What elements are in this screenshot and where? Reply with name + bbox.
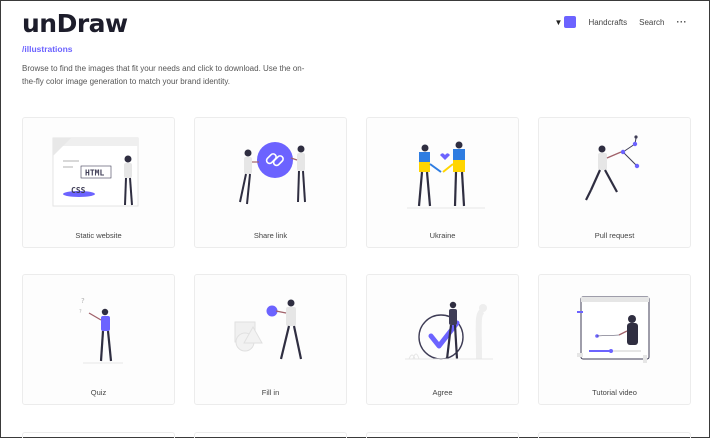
top-nav: ▼ Handcrafts Search ··· (555, 16, 687, 28)
illustration-card-peek[interactable] (194, 432, 347, 438)
html-tag-text: HTML (85, 169, 104, 178)
nav-search-link[interactable]: Search (639, 18, 664, 27)
color-picker-swatch[interactable] (564, 16, 577, 28)
quiz-illustration: ? ? (79, 297, 123, 364)
ukraine-illustration (407, 141, 485, 209)
illustration-card-agree[interactable]: Agree (366, 274, 519, 405)
card-title: Static website (75, 231, 122, 240)
static-website-illustration: HTML CSS (52, 137, 139, 207)
illustration-grid: HTML CSS Static website Share link Ukrai… (22, 117, 691, 405)
pull-request-illustration (585, 135, 640, 201)
illustration-card-tutorial-video[interactable]: Tutorial video (538, 274, 691, 405)
illustration-card-static-website[interactable]: HTML CSS Static website (22, 117, 175, 248)
page-description: Browse to find the images that fit your … (22, 64, 305, 86)
illustration-card-ukraine[interactable]: Ukraine (366, 117, 519, 248)
card-title: Quiz (90, 388, 107, 397)
breadcrumb: /illustrations (22, 44, 73, 54)
illustration-card-peek[interactable] (538, 432, 691, 438)
agree-illustration (405, 301, 493, 360)
card-title: Tutorial video (592, 388, 637, 397)
share-link-illustration (239, 142, 306, 205)
tutorial-video-illustration (577, 296, 650, 363)
card-title: Pull request (594, 231, 635, 240)
css-tag-text: CSS (71, 186, 86, 195)
fill-in-illustration (234, 299, 303, 360)
caret-down-icon[interactable]: ▼ (555, 18, 563, 27)
svg-text:?: ? (81, 297, 85, 305)
illustration-card-share-link[interactable]: Share link (194, 117, 347, 248)
illustration-card-peek[interactable] (22, 432, 175, 438)
illustration-card-fill-in[interactable]: Fill in (194, 274, 347, 405)
card-title: Agree (432, 388, 453, 397)
card-title: Ukraine (429, 231, 456, 240)
more-menu-icon[interactable]: ··· (677, 17, 688, 27)
illustration-card-peek[interactable] (366, 432, 519, 438)
illustration-card-pull-request[interactable]: Pull request (538, 117, 691, 248)
nav-handcrafts-link[interactable]: Handcrafts (588, 18, 627, 27)
card-title: Share link (253, 231, 288, 240)
svg-text:?: ? (79, 309, 82, 315)
card-title: Fill in (261, 388, 280, 397)
logo[interactable]: unDraw (22, 9, 128, 38)
illustration-card-quiz[interactable]: ? ? Quiz (22, 274, 175, 405)
